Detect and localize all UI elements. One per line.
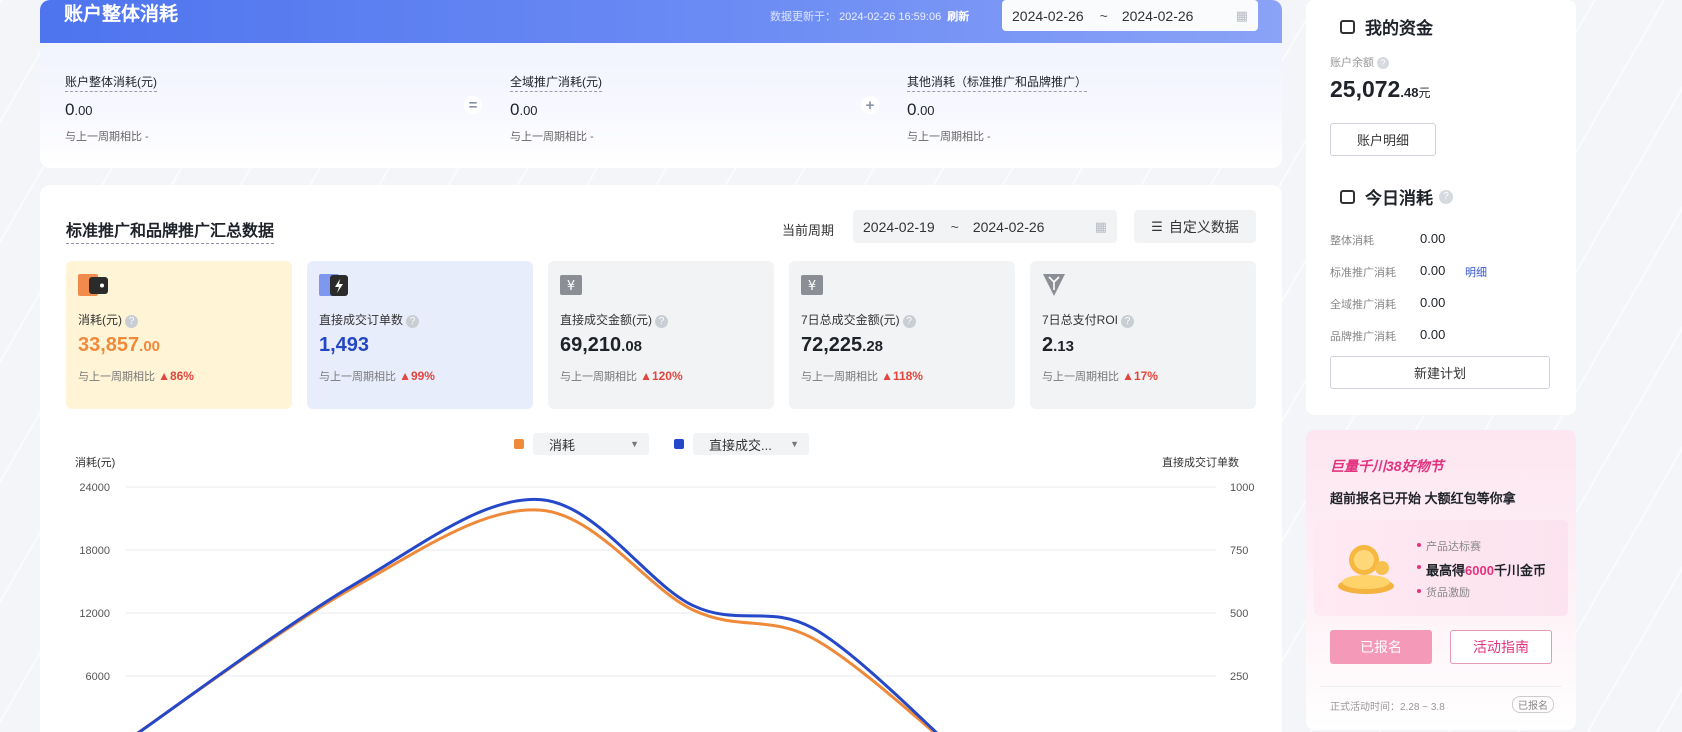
right-tick-label: 750: [1230, 545, 1248, 557]
metric-compare: 与上一周期相比 -: [907, 131, 991, 143]
overall-date-range-picker[interactable]: 2024-02-26 ~ 2024-02-26 ▦: [1002, 0, 1258, 31]
help-icon: ?: [1439, 189, 1453, 204]
metric-global-promo: 全域推广消耗(元) 0.00 与上一周期相比 -: [510, 73, 602, 144]
promo-bullet: 产品达标赛: [1417, 538, 1481, 554]
line-chart: 24000 18000 12000 6000 1000 750 500 250: [79, 482, 1254, 732]
promo-benefits: 产品达标赛 最高得6000千川金币 货品激励: [1314, 520, 1568, 616]
registered-button[interactable]: 已报名: [1330, 630, 1432, 664]
series-line: [136, 498, 938, 732]
wallet-outline-icon: [1340, 19, 1355, 34]
metric-value: 0.00: [907, 100, 935, 119]
metric-label[interactable]: 全域推广消耗(元): [510, 73, 602, 92]
date-end: 2024-02-26: [1121, 7, 1194, 24]
date-start: 2024-02-26: [1012, 7, 1084, 24]
promo-footer: 正式活动时间：2.28 ~ 3.8: [1330, 702, 1445, 713]
right-tick-label: 500: [1230, 608, 1248, 620]
registered-tag: 已报名: [1512, 696, 1554, 713]
right-tick-label: 250: [1230, 671, 1248, 683]
left-tick-label: 6000: [86, 671, 110, 683]
today-row-global: 全域推广消耗 0.00: [1330, 295, 1446, 311]
refresh-link[interactable]: 刷新: [947, 11, 969, 23]
promo-bullet: 货品激励: [1417, 584, 1470, 600]
update-time: 2024-02-26 16:59:06: [839, 11, 942, 23]
activity-guide-button[interactable]: 活动指南: [1450, 630, 1552, 664]
sidebar-funds-card: 我的资金 账户余额? 25,072.48元 账户明细 今日消耗? 整体消耗 0.0…: [1306, 0, 1576, 415]
calendar-outline-icon: [1340, 189, 1355, 204]
update-info: 数据更新于： 2024-02-26 16:59:06 刷新: [770, 8, 969, 24]
equals-operator: =: [464, 96, 482, 114]
left-tick-label: 18000: [79, 545, 110, 557]
help-icon: ?: [1377, 57, 1389, 69]
gold-coin-icon: [1338, 545, 1394, 594]
metric-total: 账户整体消耗(元) 0.00 与上一周期相比 -: [65, 73, 157, 144]
metric-label[interactable]: 其他消耗（标准推广和品牌推广）: [907, 73, 1088, 92]
right-tick-label: 1000: [1230, 482, 1254, 494]
account-detail-button[interactable]: 账户明细: [1330, 123, 1436, 156]
promo-banner[interactable]: 巨量千川38好物节 超前报名已开始 大额红包等你拿 产品达标赛 最高得6000千…: [1306, 430, 1576, 730]
metric-other: 其他消耗（标准推广和品牌推广） 0.00 与上一周期相比 -: [907, 73, 1088, 144]
metric-label[interactable]: 账户整体消耗(元): [65, 73, 157, 92]
promo-bullet-highlight: 最高得6000千川金币: [1417, 560, 1546, 579]
series-line: [136, 508, 936, 732]
metric-value: 0.00: [510, 100, 538, 119]
today-row-standard: 标准推广消耗 0.00 明细: [1330, 263, 1487, 280]
divider: [1320, 686, 1562, 687]
date-separator: ~: [1099, 7, 1108, 24]
calendar-icon: ▦: [1235, 7, 1248, 23]
funds-title: 我的资金: [1340, 14, 1433, 39]
overall-consumption-card: 账户整体消耗 数据更新于： 2024-02-26 16:59:06 刷新 202…: [40, 0, 1282, 168]
left-tick-label: 12000: [79, 608, 110, 620]
promo-subtitle: 超前报名已开始 大额红包等你拿: [1330, 491, 1516, 506]
metric-value: 0.00: [65, 100, 93, 119]
balance-value: 25,072.48元: [1330, 76, 1431, 102]
new-plan-button[interactable]: 新建计划: [1330, 356, 1550, 389]
overall-header: 账户整体消耗 数据更新于： 2024-02-26 16:59:06 刷新 202…: [40, 0, 1282, 43]
summary-card: 标准推广和品牌推广汇总数据 当前周期 2024-02-19 ~ 2024-02-…: [40, 185, 1282, 732]
balance-label: 账户余额?: [1330, 54, 1389, 70]
today-row-brand: 品牌推广消耗 0.00: [1330, 327, 1446, 343]
update-prefix: 数据更新于：: [770, 11, 836, 23]
detail-link[interactable]: 明细: [1465, 264, 1487, 280]
today-row-overall: 整体消耗 0.00: [1330, 231, 1446, 247]
promo-title: 巨量千川38好物节: [1330, 458, 1444, 474]
metric-compare: 与上一周期相比 -: [510, 131, 594, 143]
left-tick-label: 24000: [79, 482, 110, 494]
metric-compare: 与上一周期相比 -: [65, 131, 149, 143]
plus-operator: +: [861, 96, 879, 114]
overall-title: 账户整体消耗: [64, 4, 179, 25]
today-title: 今日消耗?: [1340, 184, 1453, 209]
